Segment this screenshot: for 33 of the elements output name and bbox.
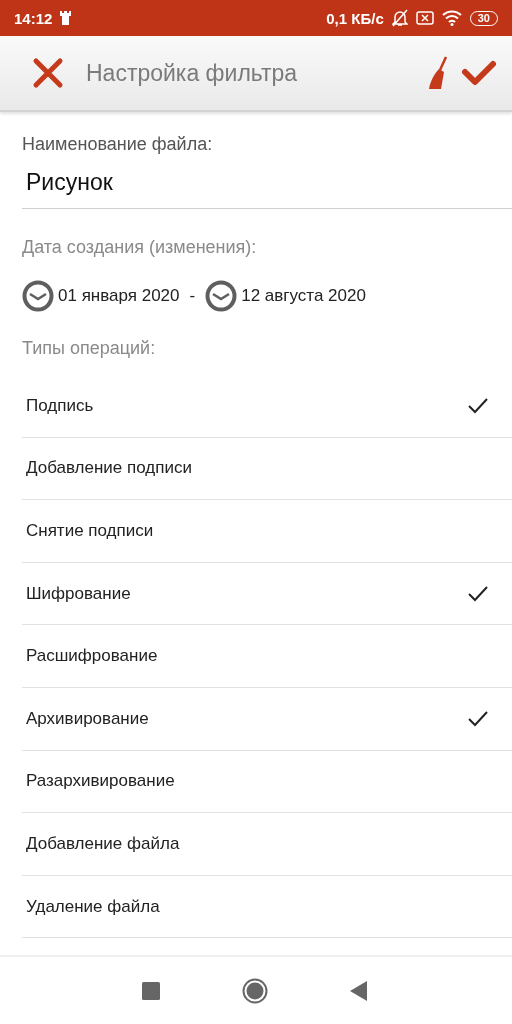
home-button[interactable] xyxy=(241,977,268,1004)
recents-button[interactable] xyxy=(141,981,160,1000)
date-separator: - xyxy=(189,286,196,306)
section-label: Типы операций: xyxy=(22,338,157,359)
operation-item[interactable]: Шифрование xyxy=(22,562,512,626)
close-button[interactable] xyxy=(32,57,64,89)
back-button[interactable] xyxy=(349,980,367,1001)
date-to[interactable]: 12 августа 2020 xyxy=(241,286,366,306)
check-icon xyxy=(468,710,488,727)
network-speed: 0,1 КБ/с xyxy=(326,9,384,27)
wifi-icon xyxy=(441,10,462,26)
tower-icon xyxy=(60,11,72,25)
operation-item[interactable]: Удаление файла xyxy=(22,875,512,939)
date-from[interactable]: 01 января 2020 xyxy=(58,286,180,306)
field-label: Дата создания (изменения): xyxy=(22,237,258,258)
clock-icon xyxy=(22,280,54,312)
check-icon xyxy=(468,397,488,414)
operation-item[interactable]: Добавление файла xyxy=(22,813,512,876)
status-time: 14:12 xyxy=(14,9,53,27)
operation-item[interactable]: Разархивирование xyxy=(22,750,512,814)
check-icon xyxy=(468,585,488,602)
confirm-button[interactable] xyxy=(462,60,496,86)
bell-off-icon xyxy=(391,9,408,27)
operation-item[interactable]: Добавление подписи xyxy=(22,437,512,501)
clock-icon xyxy=(205,280,238,312)
operation-item[interactable]: Архивирование xyxy=(22,687,512,751)
operation-item[interactable]: Снятие подписи xyxy=(22,500,512,563)
sim-icon xyxy=(415,11,434,25)
field-label: Наименование файла: xyxy=(22,134,214,155)
broom-button[interactable] xyxy=(426,56,450,90)
operation-item[interactable]: Подпись xyxy=(22,375,512,438)
operation-item[interactable]: Расшифрование xyxy=(22,625,512,688)
toolbar-title: Настройка фильтра xyxy=(86,59,299,87)
